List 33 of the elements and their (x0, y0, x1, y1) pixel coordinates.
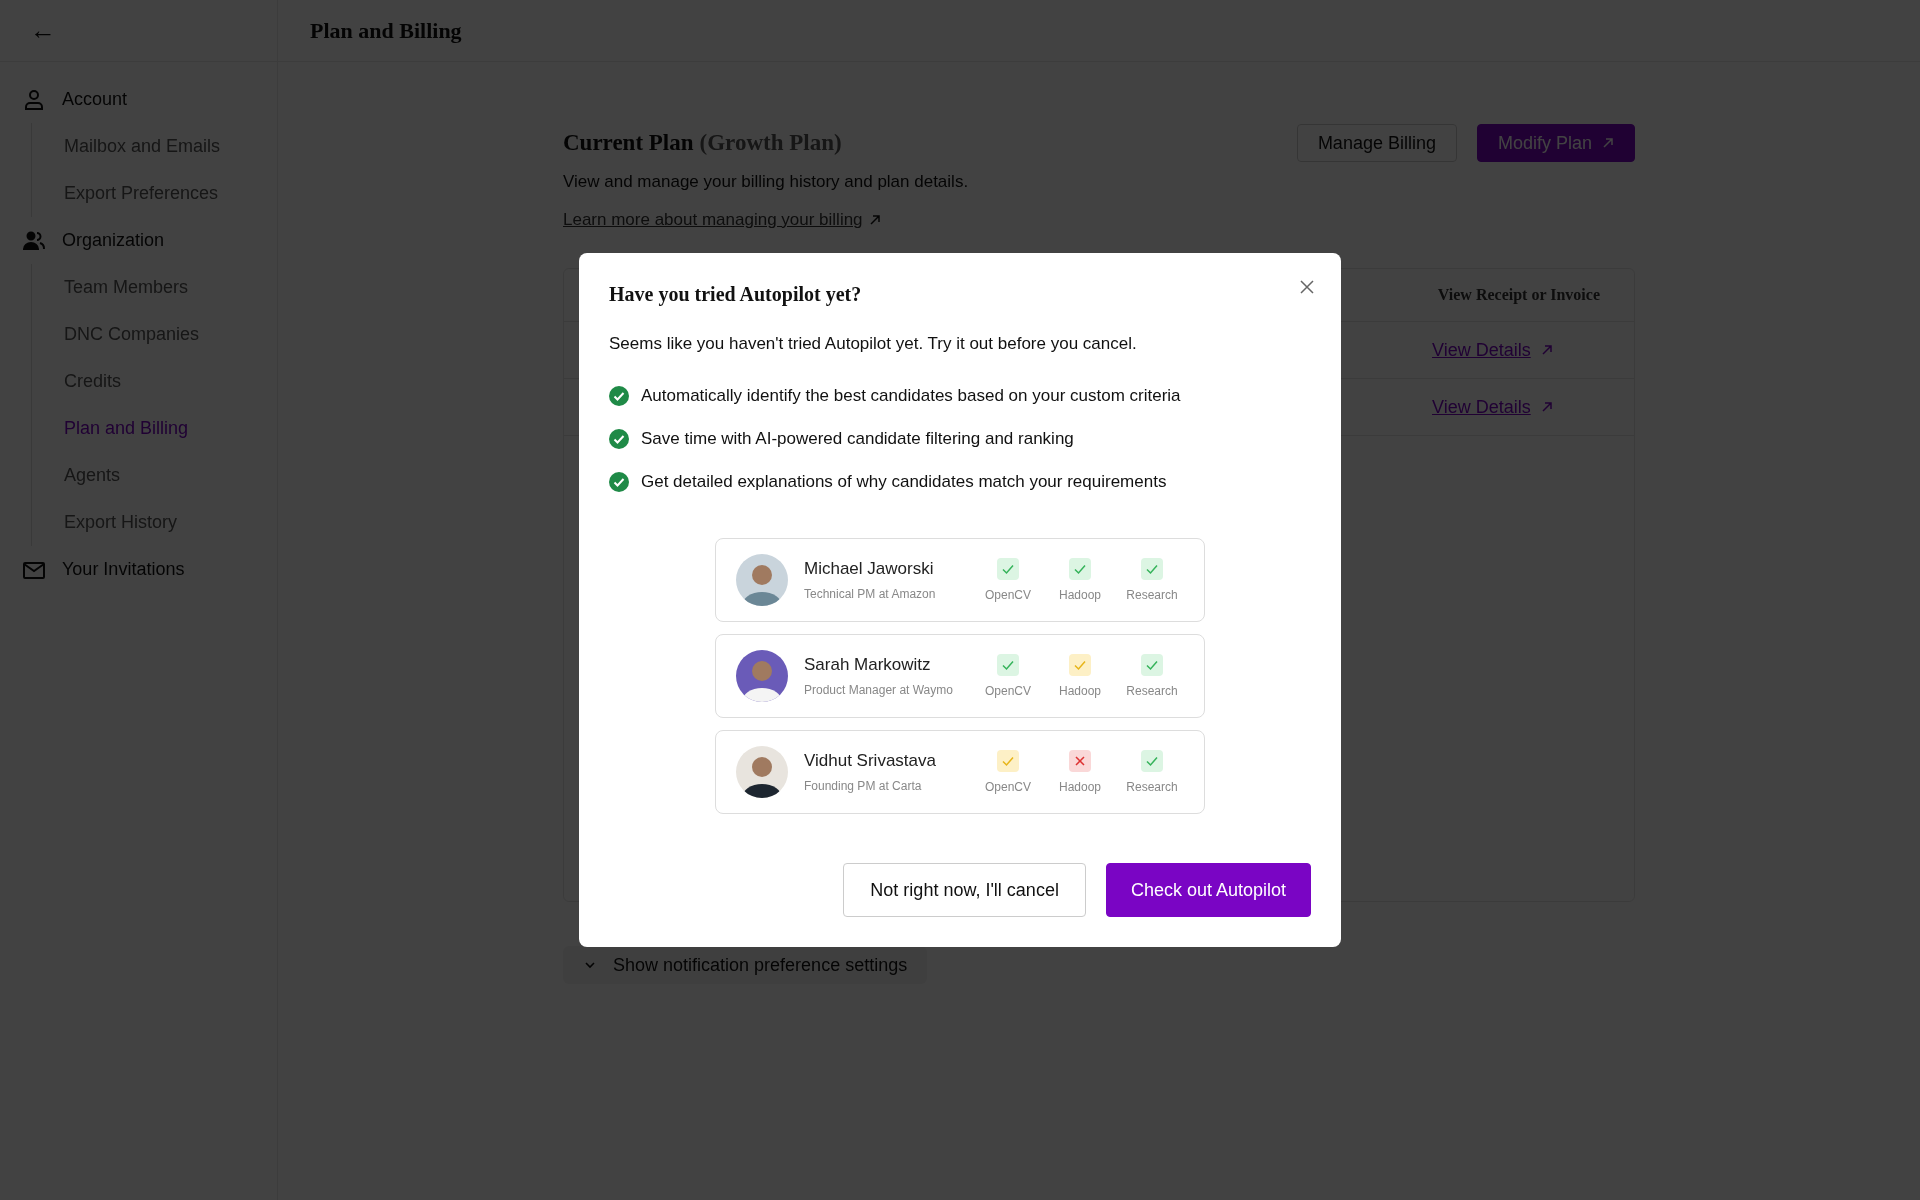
skill-label: Research (1126, 684, 1178, 698)
view-details-link[interactable]: View Details (1432, 396, 1553, 418)
sidebar-group[interactable]: Organization (22, 217, 277, 264)
sidebar-group[interactable]: Your Invitations (22, 546, 277, 593)
back-button[interactable]: ← (30, 15, 56, 46)
skill-label: OpenCV (985, 780, 1031, 794)
plan-description: View and manage your billing history and plan details. (563, 172, 970, 192)
candidate-role: Technical PM at Amazon (804, 587, 937, 601)
cancel-button[interactable]: Not right now, I'll cancel (843, 863, 1086, 917)
skill-label: Research (1126, 588, 1178, 602)
skill-label: Hadoop (1058, 684, 1101, 698)
candidate-name: Michael Jaworski (804, 559, 935, 579)
benefit-text: Get detailed explanations of why candidates match your requirements (641, 472, 1167, 492)
skill-label: OpenCV (985, 684, 1031, 698)
manage-billing-button[interactable]: Manage Billing (1296, 124, 1457, 162)
skill-label: Hadoop (1058, 588, 1101, 602)
candidate-name: Sarah Markowitz (804, 655, 932, 675)
dialog-subtitle: Seems like you haven't tried Autopilot yet. Try it out before you cancel. (609, 334, 1138, 354)
skill-label: OpenCV (985, 588, 1031, 602)
skill-label: Research (1126, 780, 1178, 794)
benefit-text: Save time with AI-powered candidate filtering and ranking (641, 429, 1074, 449)
dialog-title: Have you tried Autopilot yet? (609, 283, 862, 306)
page-title: Plan and Billing (310, 17, 462, 44)
sidebar-group[interactable]: Account (22, 76, 277, 123)
candidate-role: Founding PM at Carta (804, 779, 923, 793)
benefit-text: Automatically identify the best candidates based on your custom criteria (641, 386, 1181, 406)
check-out-autopilot-button[interactable]: Check out Autopilot (1105, 863, 1311, 917)
view-details-link[interactable]: View Details (1432, 339, 1553, 361)
skill-label: Hadoop (1058, 780, 1101, 794)
candidate-role: Product Manager at Waymo (804, 683, 954, 697)
sidebar-item[interactable]: Plan and Billing (32, 405, 189, 452)
modify-plan-button[interactable]: Modify Plan (1476, 124, 1635, 162)
candidate-name: Vidhut Srivastava (804, 751, 937, 771)
